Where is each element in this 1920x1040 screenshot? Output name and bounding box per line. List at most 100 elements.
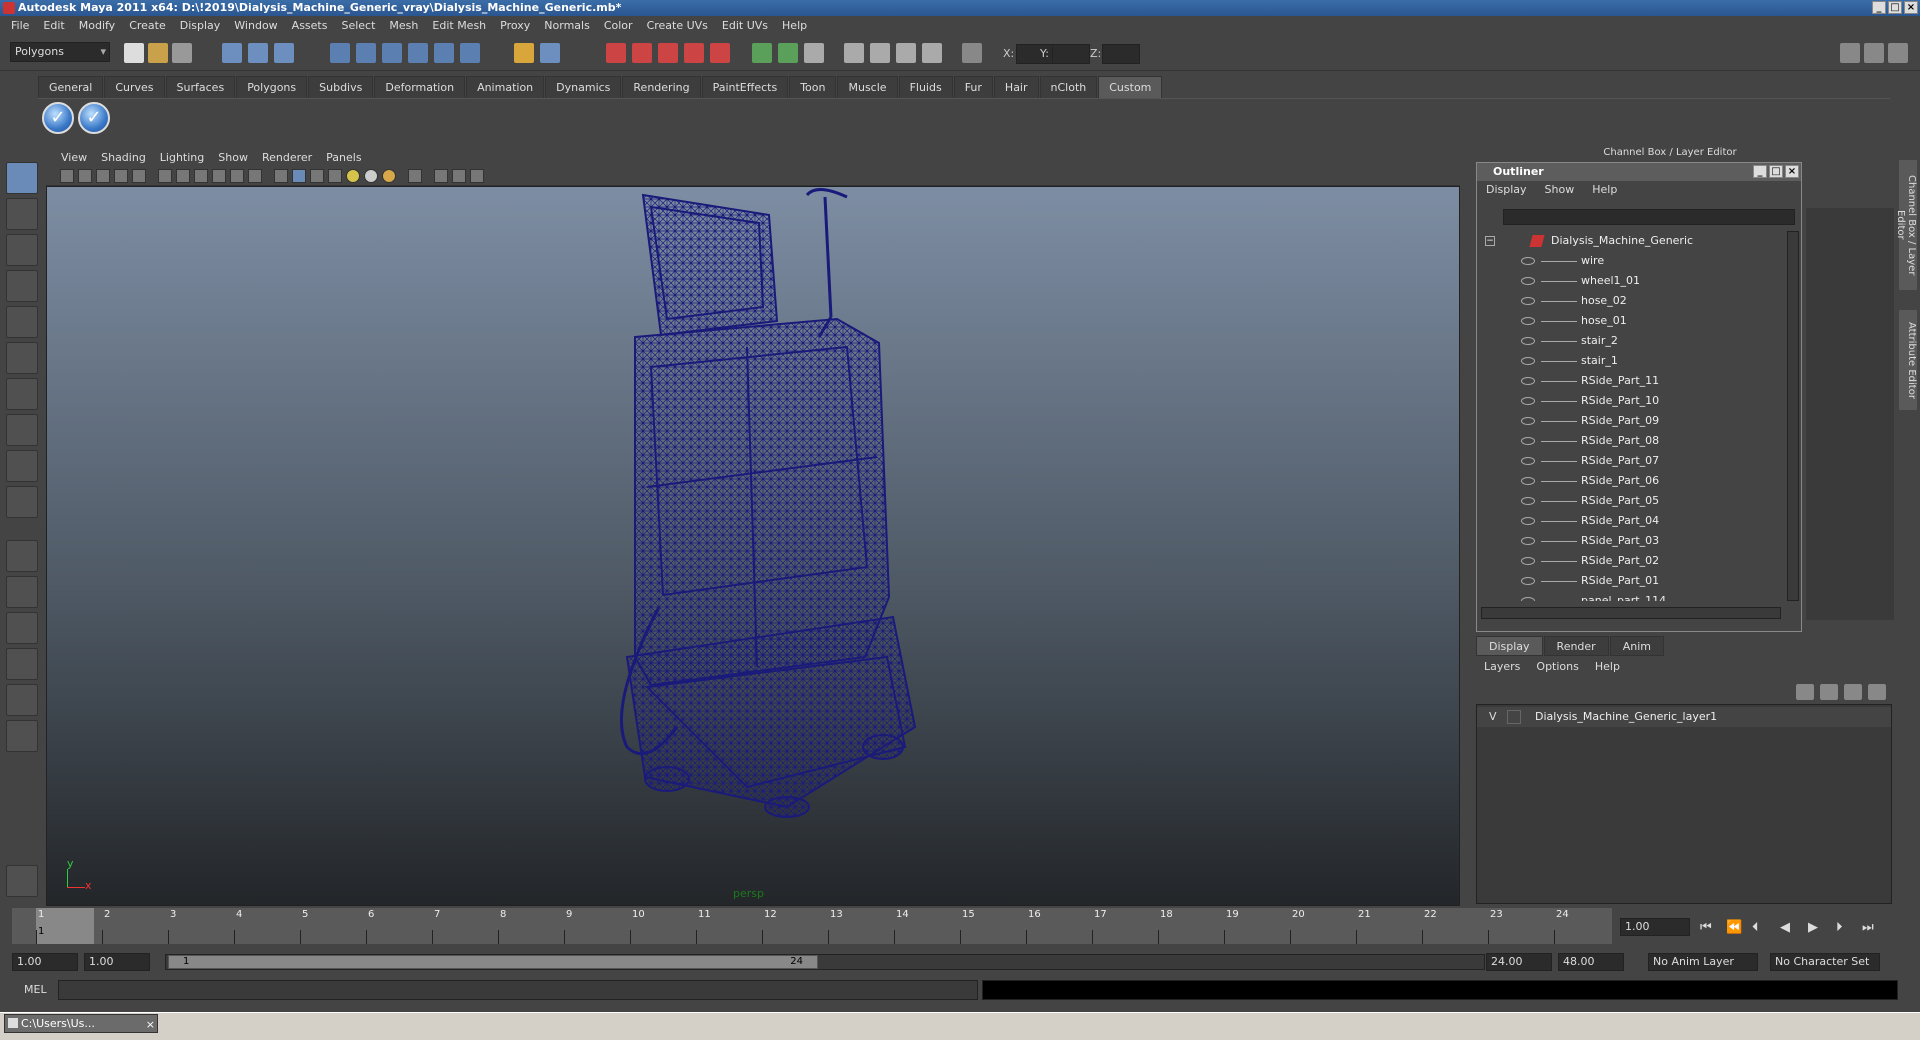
outliner-item[interactable]: wire [1481, 251, 1781, 271]
shelf-tab-muscle[interactable]: Muscle [837, 76, 898, 98]
wireframe-on-shaded-icon[interactable] [310, 169, 324, 183]
outliner-item[interactable]: stair_1 [1481, 351, 1781, 371]
layer-tab-render[interactable]: Render [1543, 636, 1609, 656]
outliner-item[interactable]: RSide_Part_04 [1481, 511, 1781, 531]
select-tool-icon[interactable] [6, 162, 38, 194]
outliner-menu-display[interactable]: Display [1477, 183, 1536, 199]
outliner-item[interactable]: RSide_Part_10 [1481, 391, 1781, 411]
scale-tool-icon[interactable] [6, 342, 38, 374]
layer-add-icon[interactable] [1844, 684, 1862, 700]
layer-playback-toggle[interactable] [1507, 710, 1521, 724]
menu-create-uvs[interactable]: Create UVs [640, 19, 715, 32]
menu-edit-uvs[interactable]: Edit UVs [715, 19, 775, 32]
outliner-item[interactable]: RSide_Part_08 [1481, 431, 1781, 451]
outliner-item[interactable]: RSide_Part_05 [1481, 491, 1781, 511]
outliner-root-item[interactable]: − Dialysis_Machine_Generic [1481, 231, 1781, 251]
quick-layout-icon[interactable] [6, 865, 38, 897]
xray-icon[interactable] [434, 169, 448, 183]
outliner-item[interactable]: RSide_Part_11 [1481, 371, 1781, 391]
rename-icon[interactable] [896, 43, 916, 63]
shelf-tab-hair[interactable]: Hair [993, 76, 1039, 98]
menu-assets[interactable]: Assets [285, 19, 335, 32]
minimized-window-button[interactable]: C:\Users\Us... × [4, 1014, 158, 1033]
menu-modify[interactable]: Modify [72, 19, 122, 32]
absolute-transform-icon[interactable] [844, 43, 864, 63]
channel-box-side-tab[interactable]: Channel Box / Layer Editor [1895, 160, 1917, 290]
select-hierarchy-icon[interactable] [222, 43, 242, 63]
outliner-maximize-button[interactable]: □ [1769, 165, 1783, 178]
shelf-tab-deformation[interactable]: Deformation [374, 76, 466, 98]
layer-remove-icon[interactable] [1868, 684, 1886, 700]
new-layer-selected-icon[interactable] [1820, 684, 1838, 700]
shelf-tab-fur[interactable]: Fur [953, 76, 993, 98]
shelf-tab-animation[interactable]: Animation [466, 76, 545, 98]
attribute-editor-side-tab[interactable]: Attribute Editor [1899, 310, 1917, 410]
y-field[interactable] [1052, 44, 1090, 64]
character-set-dropdown[interactable]: No Character Set [1770, 953, 1880, 971]
outliner-close-button[interactable]: × [1785, 165, 1799, 178]
play-backward-button[interactable]: ◀ [1780, 920, 1790, 935]
film-gate-icon[interactable] [176, 169, 190, 183]
viewport-menu-renderer[interactable]: Renderer [255, 151, 319, 164]
maximize-button[interactable]: □ [1888, 1, 1902, 14]
shelf-tab-curves[interactable]: Curves [104, 76, 165, 98]
persp-outliner-layout-icon[interactable] [6, 612, 38, 644]
outliner-horizontal-scrollbar[interactable] [1481, 607, 1781, 619]
select-camera-icon[interactable] [60, 169, 74, 183]
shelf-tab-ncloth[interactable]: nCloth [1039, 76, 1098, 98]
camera-attributes-icon[interactable] [78, 169, 92, 183]
checkmark-shelf-button-1[interactable]: ✓ [42, 102, 74, 134]
render-frame-icon[interactable] [606, 43, 626, 63]
snap-view-icon[interactable] [460, 43, 480, 63]
wireframe-icon[interactable] [274, 169, 288, 183]
use-all-lights-icon[interactable] [346, 169, 360, 183]
perspective-viewport[interactable]: y x persp [46, 186, 1460, 906]
snap-surface-icon[interactable] [434, 43, 454, 63]
viewport-menu-panels[interactable]: Panels [319, 151, 368, 164]
hud-icon[interactable] [470, 169, 484, 183]
menu-edit-mesh[interactable]: Edit Mesh [425, 19, 493, 32]
menu-window[interactable]: Window [227, 19, 284, 32]
layer-tab-anim[interactable]: Anim [1609, 636, 1664, 656]
outliner-item[interactable]: RSide_Part_02 [1481, 551, 1781, 571]
hypershade-icon[interactable] [684, 43, 704, 63]
snap-grid-icon[interactable] [330, 43, 350, 63]
outliner-item[interactable]: RSide_Part_07 [1481, 451, 1781, 471]
move-tool-icon[interactable] [6, 270, 38, 302]
outliner-menu-help[interactable]: Help [1583, 183, 1626, 199]
show-attribute-editor-icon[interactable] [778, 43, 798, 63]
range-slider-handle[interactable]: 1 24 [168, 955, 818, 969]
outliner-menu-show[interactable]: Show [1536, 183, 1584, 199]
persp-graph-outliner-layout-icon[interactable] [6, 720, 38, 752]
layer-menu-help[interactable]: Help [1587, 660, 1628, 676]
hypershade-layout-icon[interactable] [6, 684, 38, 716]
construction-icon[interactable] [540, 43, 560, 63]
shelf-tab-dynamics[interactable]: Dynamics [545, 76, 622, 98]
select-component-icon[interactable] [274, 43, 294, 63]
four-view-layout-icon[interactable] [6, 576, 38, 608]
shelf-tab-rendering[interactable]: Rendering [622, 76, 701, 98]
outliner-vertical-scrollbar[interactable] [1787, 231, 1799, 601]
shelf-tab-polygons[interactable]: Polygons [236, 76, 308, 98]
menu-display[interactable]: Display [173, 19, 228, 32]
shelf-tab-general[interactable]: General [38, 76, 104, 98]
layer-visibility-toggle[interactable]: V [1489, 707, 1497, 727]
shelf-tab-custom[interactable]: Custom [1098, 76, 1163, 98]
menu-normals[interactable]: Normals [537, 19, 597, 32]
viewport-menu-lighting[interactable]: Lighting [153, 151, 211, 164]
step-forward-key-button[interactable]: ⏵ [1836, 920, 1843, 935]
shadows-icon[interactable] [364, 169, 378, 183]
universal-manipulator-icon[interactable] [6, 378, 38, 410]
step-back-button[interactable]: ⏪ [1726, 920, 1742, 935]
layer-tab-display[interactable]: Display [1476, 636, 1543, 656]
safe-action-icon[interactable] [248, 169, 262, 183]
go-to-end-button[interactable]: ⏭ [1862, 920, 1874, 935]
shelf-tab-painteffects[interactable]: PaintEffects [701, 76, 789, 98]
mel-label[interactable]: MEL [24, 983, 47, 996]
checkmark-shelf-button-2[interactable]: ✓ [78, 102, 110, 134]
snap-point-icon[interactable] [382, 43, 402, 63]
two-d-pan-icon[interactable] [132, 169, 146, 183]
animation-end-field[interactable]: 48.00 [1558, 953, 1624, 971]
smooth-shade-icon[interactable] [292, 169, 306, 183]
new-layer-icon[interactable] [1796, 684, 1814, 700]
